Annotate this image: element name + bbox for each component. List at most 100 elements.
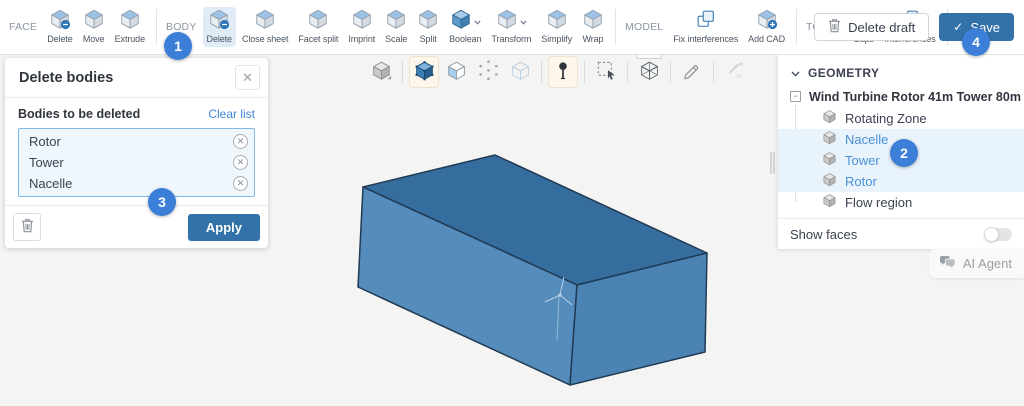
vertices-icon (478, 60, 499, 84)
toolbar-item-boolean[interactable]: Boolean (445, 7, 485, 47)
toolbar-section-label: BODY (166, 21, 197, 33)
viewport-tool-facet-tool[interactable] (634, 56, 664, 88)
viewport-tool-select-vertex[interactable] (473, 56, 503, 88)
toolbar-item-scale[interactable]: Scale (381, 7, 411, 47)
toolbar-item-simplify[interactable]: Simplify (537, 7, 576, 47)
toolbar-item-label: Split (420, 34, 437, 44)
cube-solid-gray-icon (371, 60, 392, 84)
viewport-tool-select-edge[interactable] (505, 56, 535, 88)
pencil-icon (682, 61, 702, 84)
toolbar-item-imprint[interactable]: Imprint (344, 7, 379, 47)
toolbar-item-wrap[interactable]: Wrap (578, 7, 608, 47)
geometry-header-label: GEOMETRY (808, 66, 879, 80)
tree-root-label: Wind Turbine Rotor 41m Tower 80m - C... (809, 90, 1024, 104)
cube-simplify-icon (546, 8, 568, 35)
tree-item-label: Flow region (845, 195, 912, 210)
tree-item-rotating-zone[interactable]: Rotating Zone (778, 108, 1024, 129)
toolbar-item-label: Facet split (298, 34, 338, 44)
collapse-minus-icon[interactable]: - (790, 91, 801, 102)
cube-wrap-icon (582, 8, 604, 35)
viewport-tool-sketch-tool[interactable] (677, 56, 707, 88)
viewport-tool-pin-selection[interactable] (548, 56, 578, 88)
toolbar-item-facet-split[interactable]: Facet split (294, 7, 342, 47)
box-front-face[interactable] (358, 187, 577, 385)
delete-all-button[interactable] (13, 213, 41, 241)
cube-outline-icon (510, 60, 531, 84)
panel-resize-handle[interactable] (770, 152, 777, 174)
toolbar-item-label: Wrap (583, 34, 604, 44)
show-faces-toggle[interactable] (985, 228, 1012, 241)
viewport-tool-select-face[interactable] (441, 56, 471, 88)
toolbar-item-extrude[interactable]: Extrude (111, 7, 149, 47)
cube-gray-icon (822, 193, 837, 213)
toolbar-item-label: Add CAD (748, 34, 785, 44)
cube-close-sheet-icon (254, 8, 276, 35)
toolbar-item-label: Imprint (348, 34, 375, 44)
toolbar-divider (796, 9, 797, 45)
body-list-item-label: Nacelle (29, 176, 72, 191)
toolbar-section-label: FACE (9, 21, 37, 33)
close-icon[interactable]: ✕ (235, 65, 260, 90)
toolbar-section-label: MODEL (625, 21, 663, 33)
cube-beta-icon (639, 60, 660, 84)
viewport-toolbar-divider (402, 61, 403, 83)
pin-icon (553, 60, 573, 84)
step-badge-4: 4 (962, 28, 990, 56)
toolbar-divider (615, 9, 616, 45)
tree-root-row[interactable]: - Wind Turbine Rotor 41m Tower 80m - C..… (778, 85, 1024, 108)
cube-face-icon (446, 60, 467, 84)
body-list-item-label: Rotor (29, 134, 61, 149)
viewport-tool-box-select[interactable] (591, 56, 621, 88)
toolbar-item-transform[interactable]: Transform (488, 7, 536, 47)
delete-draft-button[interactable]: Delete draft (814, 13, 929, 41)
toolbar-sections: FACEDeleteMoveExtrudeBODYDeleteClose she… (6, 0, 814, 54)
toolbar-item-fix-interferences[interactable]: Fix interferences (669, 7, 742, 47)
toolbar-item-split[interactable]: Split (413, 7, 443, 47)
viewport-tool-select-body[interactable] (409, 56, 439, 88)
cube-delete-icon (208, 8, 230, 35)
ai-agent-button[interactable]: AI Agent (929, 249, 1024, 278)
remove-body-icon[interactable]: ✕ (233, 134, 248, 149)
tree-item-rotor[interactable]: Rotor (778, 171, 1024, 192)
viewport-tool-render-solid[interactable] (366, 56, 396, 88)
bodies-list: Rotor✕Tower✕Nacelle✕ (18, 128, 255, 197)
remove-body-icon[interactable]: ✕ (233, 176, 248, 191)
toolbar-item-delete[interactable]: Delete (43, 7, 76, 47)
geometry-header[interactable]: GEOMETRY (778, 61, 1024, 85)
toolbar-item-delete[interactable]: Delete (203, 7, 236, 47)
apply-button[interactable]: Apply (188, 214, 260, 241)
toolbar-item-label: Extrude (115, 34, 145, 44)
show-faces-label: Show faces (790, 227, 857, 242)
cube-scale-icon (385, 8, 407, 35)
chevron-down-icon (474, 12, 481, 30)
box-right-face[interactable] (570, 253, 707, 385)
cube-imprint-icon (351, 8, 373, 35)
box-top-face[interactable] (363, 155, 707, 285)
viewport-toolbar-divider (541, 61, 542, 83)
cube-gray-icon (822, 151, 837, 171)
cad-app-window: FACEDeleteMoveExtrudeBODYDeleteClose she… (0, 0, 1024, 406)
tree-item-flow-region[interactable]: Flow region (778, 192, 1024, 213)
toolbar-item-move[interactable]: Move (79, 7, 109, 47)
check-icon: ✓ (953, 20, 963, 34)
cube-gray-icon (822, 109, 837, 129)
viewport-toolbar-divider (584, 61, 585, 83)
toolbar-section-face: FACE DeleteMove Extrude (6, 0, 150, 54)
cube-gray-icon (822, 172, 837, 192)
remove-body-icon[interactable]: ✕ (233, 155, 248, 170)
squares-overlap-icon (695, 8, 717, 35)
tree-item-label: Rotor (845, 174, 877, 189)
trash-icon (21, 218, 34, 236)
toolbar-item-label: Scale (385, 34, 407, 44)
cube-add-icon (756, 8, 778, 35)
viewport-tool-ai-tool[interactable]: AI (720, 56, 750, 88)
clear-list-link[interactable]: Clear list (208, 107, 255, 121)
toolbar-item-add-cad[interactable]: Add CAD (744, 7, 789, 47)
cube-boolean-icon (450, 8, 472, 35)
toolbar-item-label: Delete (207, 34, 232, 44)
cube-move-icon (83, 8, 105, 35)
wand-ai-icon: AI (725, 60, 746, 84)
cube-delete-icon (49, 8, 71, 35)
body-list-item: Tower✕ (19, 152, 254, 173)
toolbar-item-close-sheet[interactable]: Close sheet (238, 7, 292, 47)
